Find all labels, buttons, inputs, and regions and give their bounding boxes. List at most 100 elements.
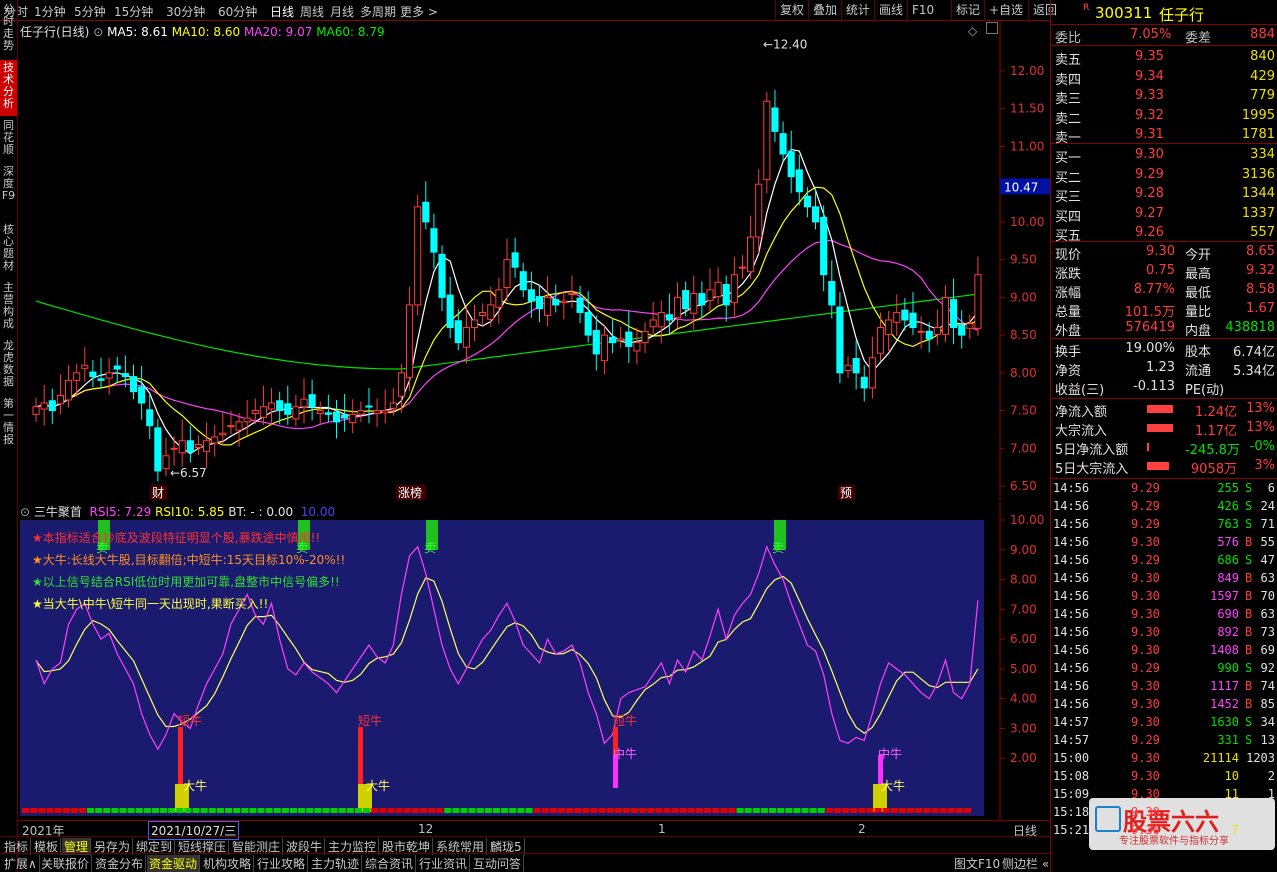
- tab-f10[interactable]: 图文F10: [952, 855, 1002, 872]
- tool-6[interactable]: +自选: [984, 0, 1027, 20]
- maximize-icon[interactable]: [986, 22, 998, 34]
- period-2[interactable]: 5分钟: [74, 3, 106, 20]
- trend-cell: [630, 808, 639, 813]
- tool-1[interactable]: 叠加: [808, 0, 841, 20]
- tab2-2[interactable]: 资金分布: [93, 855, 147, 872]
- leftnav-3[interactable]: 深度F9: [0, 164, 17, 220]
- leftnav-5[interactable]: 主营构成: [0, 280, 17, 336]
- candle: [73, 372, 81, 381]
- book-price: 9.34: [1135, 68, 1164, 84]
- period-10[interactable]: 更多 >: [400, 3, 438, 20]
- stat-value: 1.67: [1246, 301, 1275, 316]
- rsi10-label: RSI10: 5.85: [155, 505, 225, 519]
- leftnav-7[interactable]: 第一情报: [0, 396, 17, 452]
- rsi5-label: RSI5: 7.29: [89, 505, 152, 519]
- leftnav-4[interactable]: 核心题材: [0, 222, 17, 278]
- event-marker[interactable]: 财: [152, 486, 164, 500]
- tab2-9[interactable]: 互动问答: [471, 855, 525, 872]
- book-volume: 840: [1250, 49, 1275, 64]
- tab2-5[interactable]: 行业攻略: [255, 855, 309, 872]
- tool-0[interactable]: 复权: [775, 0, 808, 20]
- sidebar-toggle[interactable]: 侧边栏 «: [1000, 855, 1051, 872]
- tick-volume: 1408: [1210, 643, 1239, 657]
- ma20-label: MA20: 9.07: [243, 25, 313, 39]
- tool-2[interactable]: 统计: [841, 0, 874, 20]
- tab2-7[interactable]: 综合资讯: [363, 855, 417, 872]
- candle: [535, 296, 544, 310]
- leftnav-6[interactable]: 龙虎数据: [0, 338, 17, 394]
- candle: [406, 304, 414, 378]
- price-axis-tick: 12.00: [1010, 64, 1044, 78]
- period-3[interactable]: 15分钟: [114, 3, 153, 20]
- tab2-8[interactable]: 行业资讯: [417, 855, 471, 872]
- stat-label: 现价: [1055, 248, 1082, 263]
- trend-cell: [265, 808, 273, 813]
- flow-row: 5日大宗流入 9058万 3%: [1055, 457, 1275, 477]
- leftnav-2[interactable]: 同花顺: [0, 118, 17, 162]
- candle: [747, 236, 755, 273]
- trend-cell: [541, 808, 549, 813]
- tick-time: 14:56: [1053, 517, 1090, 531]
- tab2-6[interactable]: 主力轨迹: [309, 855, 363, 872]
- period-4[interactable]: 30分钟: [166, 3, 205, 20]
- kline-chart[interactable]: 12.0011.5011.0010.5010.009.509.008.508.0…: [18, 21, 1050, 501]
- diamond-icon[interactable]: ◇: [968, 24, 977, 38]
- trend-cell: [939, 808, 947, 813]
- tab2-1[interactable]: 关联报价: [39, 855, 93, 872]
- tool-4[interactable]: F10: [907, 0, 938, 20]
- collapse-icon[interactable]: ⊙: [93, 25, 103, 39]
- tick-volume: 1117: [1210, 679, 1239, 693]
- trend-cell: [736, 808, 744, 813]
- price-axis-tick: 11.50: [1010, 102, 1044, 116]
- trend-cell: [509, 808, 517, 813]
- trend-cell: [517, 808, 525, 813]
- tick-time: 14:56: [1053, 679, 1090, 693]
- tick-side: S: [1245, 733, 1253, 747]
- period-6[interactable]: 日线: [270, 3, 294, 20]
- tick-row: 14:57 9.30 1630 S 34: [1053, 714, 1275, 732]
- collapse-icon[interactable]: ⊙: [20, 505, 30, 519]
- trend-cell: [622, 808, 630, 813]
- period-7[interactable]: 周线: [300, 3, 324, 20]
- candle: [690, 293, 698, 314]
- tab2-0[interactable]: 扩展∧: [2, 855, 40, 872]
- chart-title: 任子行(日线): [20, 25, 90, 39]
- tool-5[interactable]: 标记: [951, 0, 984, 20]
- tick-volume: 21114: [1202, 751, 1239, 765]
- period-1[interactable]: 1分钟: [34, 3, 66, 20]
- candle: [673, 296, 682, 319]
- book-price: 9.32: [1135, 107, 1164, 123]
- stat2-value: 5.34亿: [1233, 364, 1275, 379]
- tab2-3[interactable]: 资金驱动: [147, 855, 201, 872]
- weicha-value: 884: [1250, 27, 1275, 42]
- tick-row: 14:56 9.30 576 B 55: [1053, 534, 1275, 552]
- period-8[interactable]: 月线: [330, 3, 354, 20]
- candle: [332, 411, 341, 423]
- period-9[interactable]: 多周期: [360, 3, 396, 20]
- candle: [430, 228, 438, 253]
- event-marker[interactable]: 预: [840, 486, 852, 500]
- tick-row: 15:09 9.30 11 1: [1053, 786, 1275, 804]
- price-axis-tick: 9.50: [1010, 253, 1037, 267]
- price-axis-tick: 7.00: [1010, 441, 1037, 455]
- tick-time: 15:21: [1053, 823, 1090, 837]
- tick-side: B: [1245, 535, 1253, 549]
- tick-time: 14:56: [1053, 553, 1090, 567]
- book-price: 9.31: [1135, 127, 1164, 142]
- leftnav-0[interactable]: 分时走势: [0, 2, 17, 58]
- stat-value: 9.30: [1146, 244, 1175, 259]
- event-marker[interactable]: 涨榜: [398, 485, 422, 500]
- tick-volume: 576: [1217, 535, 1239, 549]
- tick-volume: 763: [1217, 517, 1239, 531]
- indicator-axis-tick: 4.00: [1010, 692, 1037, 706]
- flow-row: 5日净流入额 -245.8万 -0%: [1055, 438, 1275, 458]
- stock-name: 任子行: [1159, 6, 1205, 24]
- flow-pct: 3%: [1254, 458, 1275, 473]
- period-5[interactable]: 60分钟: [218, 3, 257, 20]
- tab2-4[interactable]: 机构攻略: [201, 855, 255, 872]
- trend-cell: [103, 808, 111, 813]
- tool-3[interactable]: 画线: [874, 0, 907, 20]
- trend-cell: [241, 808, 249, 813]
- leftnav-1[interactable]: 技术分析: [0, 60, 17, 116]
- stat-value: 101.5万: [1124, 305, 1175, 320]
